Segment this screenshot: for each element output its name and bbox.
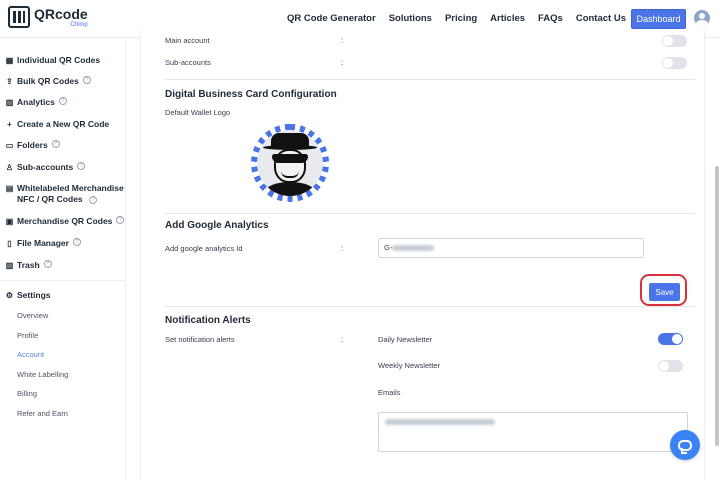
sub-accounts-label: Sub-accounts xyxy=(165,58,211,67)
weekly-newsletter-label: Weekly Newsletter xyxy=(378,361,440,370)
settings-sub-refer-and-earn[interactable]: Refer and Earn xyxy=(17,409,68,418)
tag-icon: ▣ xyxy=(5,217,14,226)
scrollbar-thumb[interactable] xyxy=(715,166,719,446)
section-divider xyxy=(165,306,695,307)
help-icon[interactable]: ? xyxy=(72,238,81,246)
plus-icon: + xyxy=(7,120,12,129)
colon: : xyxy=(341,244,344,253)
redacted-value xyxy=(392,245,435,252)
chat-support-button[interactable] xyxy=(670,430,700,460)
sunglasses-icon xyxy=(272,154,308,163)
sidebar-item-settings[interactable]: ⚙ Settings xyxy=(5,290,51,301)
colon: : xyxy=(341,58,344,67)
ga-id-input[interactable]: G- xyxy=(378,238,644,258)
nav-pricing[interactable]: Pricing xyxy=(445,13,477,24)
help-icon[interactable]: ? xyxy=(43,260,52,268)
notification-alerts-label: Set notification alerts xyxy=(165,335,235,344)
sidebar-item-whitelabeled-merchandise[interactable]: ▤ Whitelabeled Merchandise NFC / QR Code… xyxy=(5,183,124,205)
help-icon[interactable]: ? xyxy=(116,216,125,224)
daily-newsletter-toggle[interactable] xyxy=(658,333,683,345)
nav-solutions[interactable]: Solutions xyxy=(389,13,432,24)
avatar[interactable] xyxy=(694,10,710,26)
nav-faqs[interactable]: FAQs xyxy=(538,13,563,24)
emails-textarea[interactable] xyxy=(378,412,688,452)
sidebar: ▦ Individual QR Codes ⇪ Bulk QR Codes ? … xyxy=(0,38,126,480)
monkey-mascot-icon xyxy=(257,130,323,196)
qr-logo-icon xyxy=(8,6,30,28)
chat-bubble-icon xyxy=(678,439,692,454)
section-divider xyxy=(165,79,695,80)
ga-section-title: Add Google Analytics xyxy=(165,220,269,231)
save-button[interactable]: Save xyxy=(649,283,680,301)
qr-icon: ▦ xyxy=(5,56,14,65)
wallet-logo-image[interactable] xyxy=(251,124,329,202)
emails-label: Emails xyxy=(378,388,401,397)
redacted-value xyxy=(385,419,495,425)
sidebar-item-sub-accounts[interactable]: ♙ Sub-accounts ? xyxy=(5,162,86,173)
daily-newsletter-label: Daily Newsletter xyxy=(378,335,433,344)
folder-icon: ▭ xyxy=(5,141,14,150)
dbc-section-title: Digital Business Card Configuration xyxy=(165,89,337,100)
notification-section-title: Notification Alerts xyxy=(165,315,251,326)
help-icon[interactable]: ? xyxy=(82,76,91,84)
trash-icon: ▥ xyxy=(5,261,14,270)
bar-chart-icon: ▥ xyxy=(5,98,14,107)
sidebar-divider xyxy=(0,280,126,281)
help-icon[interactable]: ? xyxy=(58,97,67,105)
sidebar-item-file-manager[interactable]: ▯ File Manager ? xyxy=(5,238,81,249)
gear-icon: ⚙ xyxy=(5,291,14,300)
sidebar-item-merchandise-qr-codes[interactable]: ▣ Merchandise QR Codes ? xyxy=(5,216,125,227)
nav-articles[interactable]: Articles xyxy=(490,13,525,24)
sidebar-item-individual-qr-codes[interactable]: ▦ Individual QR Codes xyxy=(5,55,100,66)
help-icon[interactable]: ? xyxy=(51,140,60,148)
sidebar-item-folders[interactable]: ▭ Folders ? xyxy=(5,140,60,151)
help-icon[interactable]: ? xyxy=(89,196,98,204)
brand-logo[interactable]: QRcode Chimp xyxy=(8,6,88,28)
file-icon: ▯ xyxy=(7,239,12,248)
settings-sub-overview[interactable]: Overview xyxy=(17,311,48,320)
weekly-newsletter-toggle[interactable] xyxy=(658,360,683,372)
scrollbar[interactable] xyxy=(714,38,720,480)
colon: : xyxy=(341,36,344,45)
colon: : xyxy=(341,335,344,344)
ga-id-label: Add google analytics Id xyxy=(165,244,243,253)
help-icon[interactable]: ? xyxy=(77,162,86,170)
settings-sub-white-labelling[interactable]: White Labelling xyxy=(17,370,68,379)
user-icon: ♙ xyxy=(5,163,14,172)
upload-icon: ⇪ xyxy=(6,77,13,86)
section-divider xyxy=(165,213,695,214)
nav-contact-us[interactable]: Contact Us xyxy=(576,13,626,24)
dashboard-button[interactable]: Dashboard xyxy=(631,9,686,29)
main-account-toggle[interactable] xyxy=(662,35,687,47)
nav-qr-code-generator[interactable]: QR Code Generator xyxy=(287,13,376,24)
main-nav: QR Code Generator Solutions Pricing Arti… xyxy=(287,13,626,24)
sidebar-item-create-new-qr-code[interactable]: + Create a New QR Code xyxy=(5,119,109,130)
wallet-logo-label: Default Wallet Logo xyxy=(165,108,231,117)
settings-sub-account[interactable]: Account xyxy=(17,350,44,359)
settings-sub-billing[interactable]: Billing xyxy=(17,389,37,398)
merch-icon: ▤ xyxy=(5,184,14,193)
sidebar-item-trash[interactable]: ▥ Trash ? xyxy=(5,260,52,271)
sub-accounts-toggle[interactable] xyxy=(662,57,687,69)
sidebar-item-bulk-qr-codes[interactable]: ⇪ Bulk QR Codes ? xyxy=(5,76,91,87)
settings-sub-profile[interactable]: Profile xyxy=(17,331,38,340)
sidebar-item-analytics[interactable]: ▥ Analytics ? xyxy=(5,97,67,108)
brand-title: QRcode xyxy=(34,5,88,22)
main-account-label: Main account xyxy=(165,36,210,45)
brand-subtitle: Chimp xyxy=(70,21,88,28)
